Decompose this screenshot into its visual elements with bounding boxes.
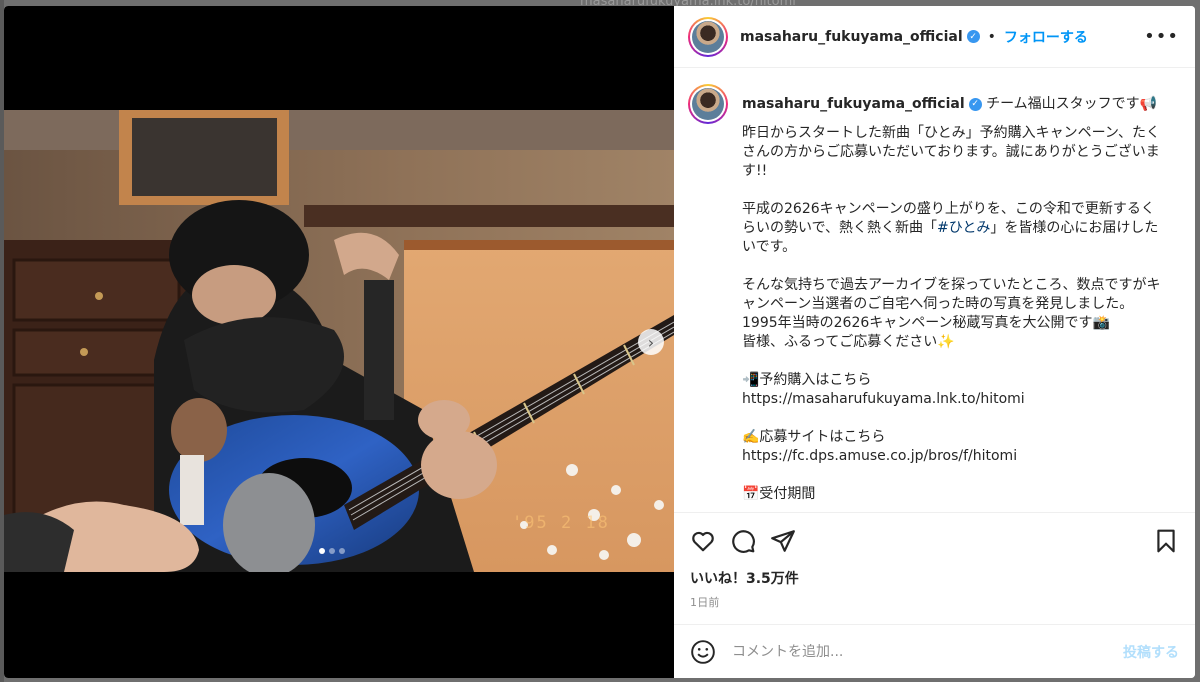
post-panel: masaharu_fukuyama_official ✓ • フォローする ••… [674,6,1195,678]
verified-icon: ✓ [966,30,980,43]
carousel-dot [339,548,345,554]
caption-avatar[interactable] [688,84,728,124]
post-modal: '95 2 18 › masaharu_fukuyama_official ✓ … [4,6,1195,678]
caption-area: masaharu_fukuyama_official ✓ チーム福山スタッフです📢… [674,68,1195,512]
bookmark-icon[interactable] [1153,528,1179,554]
more-options-icon[interactable]: ••• [1144,26,1179,47]
follow-button[interactable]: フォローする [1004,27,1088,47]
caption-paragraph: 平成の2626キャンペーンの盛り上がりを、この令和で更新するくらいの勢いで、熱く… [742,201,1159,255]
photo-date-stamp: '95 2 18 [512,513,610,533]
comment-bar: 投稿する [674,624,1195,678]
next-slide-button[interactable]: › [638,329,664,355]
caption-username[interactable]: masaharu_fukuyama_official [742,96,965,112]
hashtag-link[interactable]: #ひとみ [937,220,990,236]
share-icon[interactable] [770,528,796,554]
likes-count[interactable]: いいね！3.5万件 [690,568,1179,588]
post-header: masaharu_fukuyama_official ✓ • フォローする ••… [674,6,1195,68]
actions-area: いいね！3.5万件 1日前 [674,512,1195,624]
caption-paragraph: 📲予約購入はこちら https://masaharufukuyama.lnk.t… [742,372,1025,407]
carousel-dot-active [319,548,325,554]
header-separator: • [987,28,996,45]
caption-first-line: チーム福山スタッフです📢 [986,96,1158,112]
carousel-dot [329,548,335,554]
heart-icon[interactable] [690,528,716,554]
avatar[interactable] [688,16,728,57]
chevron-right-icon: › [647,332,655,352]
header-username[interactable]: masaharu_fukuyama_official [740,29,963,45]
media-area: '95 2 18 › [4,6,674,678]
caption-paragraph: 昨日からスタートした新曲「ひとみ」予約購入キャンペーン、たくさんの方からご応募い… [742,125,1161,179]
comment-input[interactable] [732,643,1123,660]
caption-paragraph: そんな気持ちで過去アーカイブを探っていたところ、数点ですがキャンペーン当選者のご… [742,277,1161,350]
post-time: 1日前 [690,596,720,609]
post-photo[interactable] [4,110,674,572]
comment-icon[interactable] [730,528,756,554]
photo-illustration [4,110,674,572]
verified-icon: ✓ [968,97,982,111]
caption-paragraph: 📅受付期間 [742,486,816,502]
carousel-dots [319,548,345,554]
caption-paragraph: ✍️応募サイトはこちら https://fc.dps.amuse.co.jp/b… [742,429,1018,464]
emoji-icon[interactable] [690,639,716,665]
post-comment-button[interactable]: 投稿する [1123,642,1179,662]
